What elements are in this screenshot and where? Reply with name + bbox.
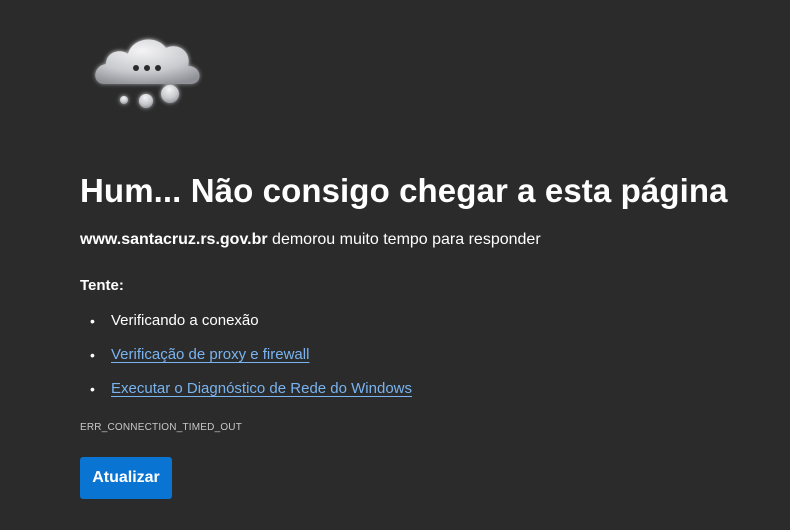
suggestion-proxy-firewall: • Verificação de proxy e firewall [80, 344, 412, 378]
bullet-icon: • [90, 381, 95, 397]
cloud-thinking-icon [95, 39, 200, 108]
bullet-icon: • [90, 313, 95, 329]
site-host: www.santacruz.rs.gov.br [80, 231, 268, 248]
error-message: www.santacruz.rs.gov.br demorou muito te… [80, 229, 541, 251]
suggestion-text: Verificando a conexão [111, 312, 259, 329]
proxy-firewall-link[interactable]: Verificação de proxy e firewall [111, 346, 309, 363]
network-diagnostics-link[interactable]: Executar o Diagnóstico de Rede do Window… [111, 380, 412, 397]
bullet-icon: • [90, 347, 95, 363]
suggestion-check-connection: • Verificando a conexão [80, 310, 412, 344]
page-title: Hum... Não consigo chegar a esta página [80, 172, 728, 209]
error-page: Hum... Não consigo chegar a esta página … [0, 0, 790, 530]
error-code: ERR_CONNECTION_TIMED_OUT [80, 422, 243, 433]
error-message-text: demorou muito tempo para responder [267, 231, 541, 248]
refresh-button[interactable]: Atualizar [80, 457, 172, 499]
suggestion-list: • Verificando a conexão • Verificação de… [80, 310, 412, 412]
try-label: Tente: [80, 277, 124, 294]
suggestion-network-diagnostics: • Executar o Diagnóstico de Rede do Wind… [80, 378, 412, 412]
